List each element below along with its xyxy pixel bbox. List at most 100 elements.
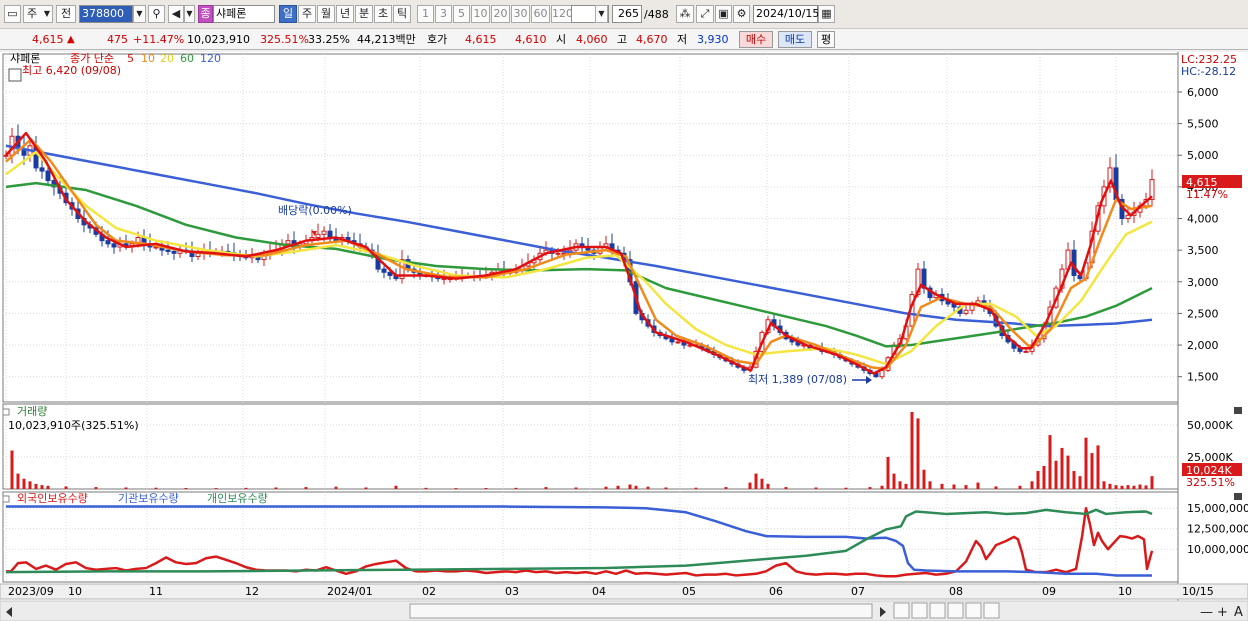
holdings-tick-label: 15,000,000 [1187,502,1248,515]
interval-button-2[interactable]: 5 [453,5,470,23]
interval-button-4[interactable]: 20 [491,5,510,23]
period-button-3[interactable]: 년 [336,5,354,23]
open-label: 시 [556,33,567,46]
volume-bar [1138,484,1142,489]
total-count: /488 [644,8,669,21]
volume-bar [748,482,752,489]
volume-bar [184,487,188,489]
period-button-1[interactable]: 주 [298,5,316,23]
period-button-4[interactable]: 분 [355,5,373,23]
low-label: 저 [677,33,688,46]
interval-button-0[interactable]: 1 [417,5,434,23]
volume-bar [1018,485,1022,489]
zoom-in-icon [983,602,1000,619]
volume-bar [940,483,944,489]
stock-code-input[interactable]: 378800 [79,5,133,23]
volume-bar [628,484,632,489]
holdings-pane-toggle-icon [2,495,10,503]
volume-bar [952,484,956,489]
prev-button[interactable]: 전 [56,5,76,23]
chevron-down-icon[interactable]: ▼ [595,5,608,23]
interval-button-7[interactable]: 120 [551,5,573,23]
eval-button[interactable]: 평 [817,31,835,48]
period-button-5[interactable]: 초 [374,5,392,23]
save-icon[interactable]: ▣ [715,5,732,23]
x-tick-label: 10/15 [1182,585,1214,598]
period-button-6[interactable]: 틱 [393,5,411,23]
sell-button[interactable]: 매도 [778,31,812,48]
candle-body [171,250,177,254]
draw-icon[interactable]: ⤢ [696,5,714,23]
volume-bar [304,487,308,489]
x-tick-label: 11 [149,585,163,598]
date-input[interactable]: 2024/10/15 [753,5,819,23]
foreign-holding-label: 외국인보유수량 [17,492,88,505]
volume-bar [604,486,608,489]
volume-bar [1030,481,1034,489]
period-button-0[interactable]: 일 [279,5,297,23]
legend-ma60: 60 [180,52,194,65]
volume-readout: 10,023,910주(325.51%) [8,419,139,432]
volume-value: 10,023,910 [187,33,250,46]
x-tick-label: 07 [851,585,865,598]
stock-name-field[interactable]: 샤페론 [213,5,275,23]
x-axis-band [0,583,1248,600]
volume-bar [334,486,338,489]
volume-bar [1126,485,1130,489]
stop-icon [911,602,928,619]
holdings-pane-close-icon [1234,493,1242,500]
low-annotation: 최저 1,389 (07/08) [748,373,847,386]
candle-icon[interactable]: ⁂ [676,5,694,23]
x-tick-label: 2023/09 [8,585,54,598]
volume-bar [784,487,788,489]
stock-chart[interactable]: 2023/09 10 11 12 2024/01 02 03 04 05 06 07 08 09 10 10… [0,52,1248,621]
interval-button-5[interactable]: 30 [511,5,530,23]
volume-title: 거래량 [17,405,47,418]
quote-bar: 4,615 ▲ 475 +11.47% 10,023,910 325.51% 3… [0,29,1248,50]
volume-bar [922,469,926,489]
last-pct-tag: 11.47% [1186,188,1228,201]
speaker-icon[interactable]: ◀ [168,5,184,23]
window-icon[interactable]: ▭ [4,5,21,23]
candle-body [441,278,447,281]
buy-button[interactable]: 매수 [739,31,773,48]
volume-bar [910,412,914,489]
volume-last-pct: 325.51% [1186,476,1235,489]
calendar-icon[interactable]: ▦ [818,5,835,23]
institution-holding-label: 기관보유수량 [118,492,179,505]
volume-bar [1060,447,1064,489]
volume-bar [1048,435,1052,489]
volume-bar [424,487,428,489]
gear-icon[interactable]: ⚙ [733,5,750,23]
market-dropdown[interactable]: 주 ▼ [23,5,53,23]
volume-bar [94,487,98,489]
price-tick-label: 1,500 [1187,371,1219,384]
volume-bar [40,485,44,489]
volume-pane-toggle-icon [2,408,10,416]
x-tick-label: 06 [769,585,783,598]
chevron-down-icon[interactable]: ▼ [133,5,146,23]
count-input[interactable]: 265 [612,5,642,23]
interval-button-6[interactable]: 60 [531,5,550,23]
volume-bar [1078,476,1082,489]
volume-bar [646,486,650,489]
volume-bar [1102,481,1106,489]
interval-button-1[interactable]: 3 [435,5,452,23]
volume-bar [1090,453,1094,489]
interval-button-3[interactable]: 10 [471,5,490,23]
x-tick-label: 10 [1118,585,1132,598]
toolbar: ▭ 주 ▼ 전 378800 ▼ ⚲ ◀ ▼ 종 샤페론 일주월년분초틱 1351… [0,0,1248,29]
candle-body [555,252,561,255]
price-tick-label: 5,500 [1187,118,1219,131]
search-icon[interactable]: ⚲ [148,5,165,23]
volume-bar [10,450,14,489]
chevron-down-icon[interactable]: ▼ [184,5,195,23]
market-label: 주 [27,7,38,20]
zoom-out-icon [965,602,982,619]
volume-bar [514,487,518,489]
period-button-2[interactable]: 월 [317,5,335,23]
volume-bar [1042,465,1046,489]
candle-body [1125,214,1131,220]
volume-bar [64,486,68,489]
scrollbar-thumb [409,603,873,619]
